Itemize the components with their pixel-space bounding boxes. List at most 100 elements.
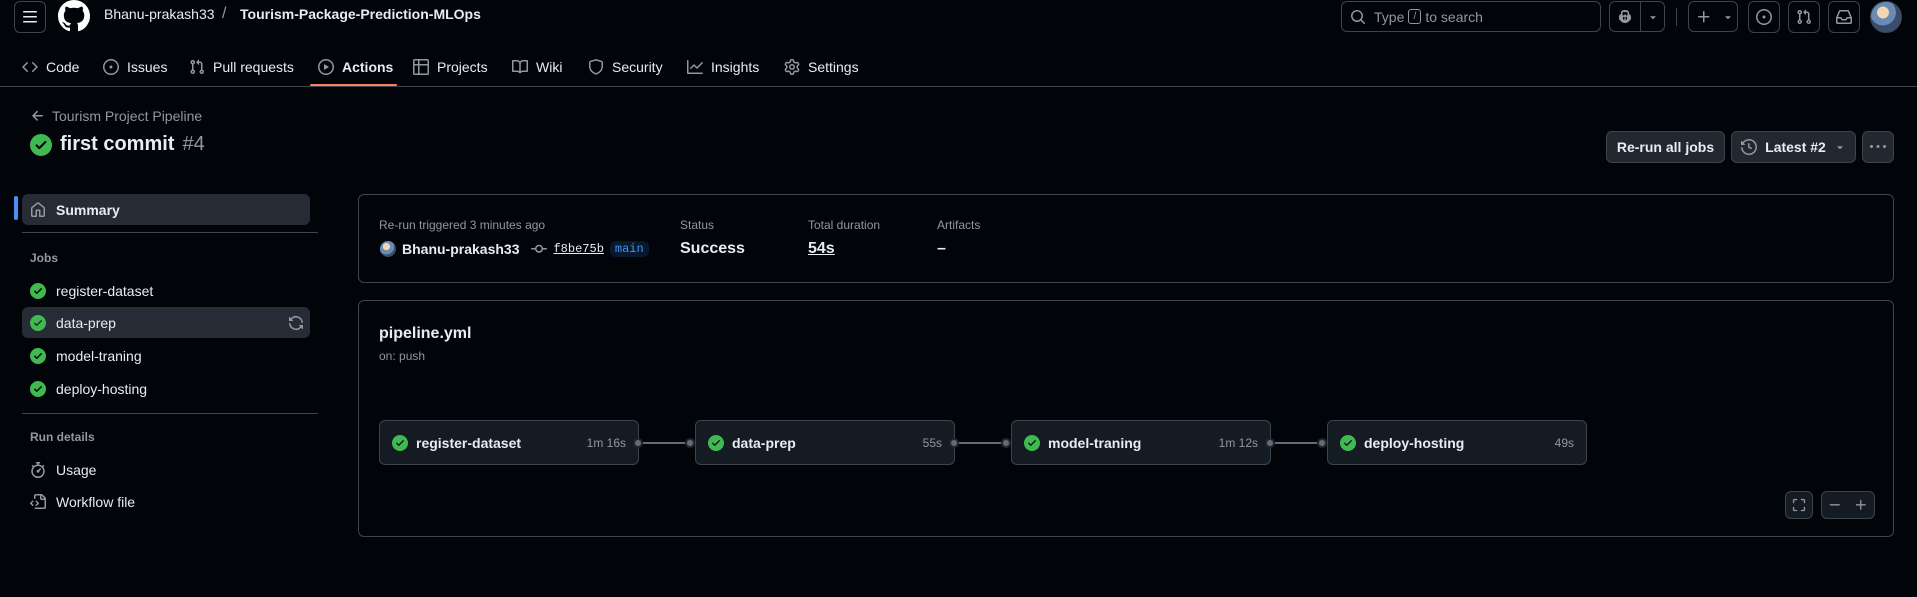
breadcrumb-repo[interactable]: Tourism-Package-Prediction-MLOps <box>240 6 481 22</box>
copilot-menu[interactable] <box>1609 1 1665 32</box>
issues-button[interactable] <box>1748 1 1780 33</box>
notifications-button[interactable] <box>1828 1 1860 33</box>
attempt-selector[interactable]: Latest #2 <box>1731 131 1856 163</box>
sidebar-label: Usage <box>56 461 97 478</box>
sidebar-label: data-prep <box>56 314 116 331</box>
tab-label: Code <box>46 59 80 75</box>
zoom-in-button[interactable] <box>1848 492 1874 518</box>
commit-message: first commit <box>60 133 175 155</box>
commit-sha-link[interactable]: f8be75b <box>553 242 603 256</box>
job-duration: 1m 12s <box>1218 435 1258 450</box>
duration-value[interactable]: 54s <box>808 240 835 258</box>
sidebar-item-usage[interactable]: Usage <box>22 454 310 485</box>
home-icon <box>31 201 45 217</box>
check-circle-fill-icon <box>1024 434 1040 451</box>
tab-security[interactable]: Security <box>588 47 663 87</box>
connector-dot <box>1265 438 1275 448</box>
check-circle-fill-icon <box>392 434 408 451</box>
connector-dot <box>1317 438 1327 448</box>
git-commit-icon <box>531 244 548 253</box>
search-shortcut-key: / <box>1408 9 1422 24</box>
job-node-deploy-hosting[interactable]: deploy-hosting 49s <box>1327 420 1587 465</box>
rerun-sync-icon[interactable] <box>288 315 304 331</box>
sidebar-job-model-traning[interactable]: model-traning <box>22 340 310 371</box>
more-options-button[interactable] <box>1862 131 1894 163</box>
pull-request-icon <box>190 59 205 75</box>
github-mark-icon <box>58 0 90 32</box>
job-duration: 55s <box>922 435 942 450</box>
branch-badge[interactable]: main <box>609 241 649 257</box>
tab-issues[interactable]: Issues <box>103 47 167 87</box>
code-icon <box>22 61 38 73</box>
workflow-name: Tourism Project Pipeline <box>52 108 203 124</box>
create-new-button[interactable] <box>1688 1 1738 32</box>
search-input[interactable]: Type / to search <box>1341 1 1601 32</box>
tab-settings[interactable]: Settings <box>784 47 859 87</box>
check-circle-fill-icon <box>708 434 724 451</box>
menu-button[interactable] <box>14 1 46 33</box>
sidebar-divider <box>22 413 318 414</box>
pull-requests-button[interactable] <box>1788 1 1820 33</box>
attempt-label: Latest #2 <box>1765 139 1826 155</box>
tab-label: Settings <box>808 59 859 75</box>
tab-label: Wiki <box>536 59 563 75</box>
search-prefix: Type <box>1374 8 1405 25</box>
actor-name[interactable]: Bhanu-prakash33 <box>402 241 519 257</box>
github-logo[interactable] <box>58 0 90 32</box>
run-actor: Bhanu-prakash33 f8be75b main <box>380 241 649 257</box>
user-avatar[interactable] <box>1870 1 1902 33</box>
tab-label: Projects <box>437 59 488 75</box>
tab-projects[interactable]: Projects <box>413 47 488 87</box>
tab-label: Actions <box>342 59 394 75</box>
job-node-register-dataset[interactable]: register-dataset 1m 16s <box>379 420 639 465</box>
check-circle-fill-icon <box>30 133 52 156</box>
trigger-text: Re-run triggered 3 minutes ago <box>379 218 546 232</box>
job-node-model-traning[interactable]: model-traning 1m 12s <box>1011 420 1271 465</box>
tab-label: Insights <box>711 59 760 75</box>
check-circle-fill-icon <box>30 380 46 397</box>
tab-wiki[interactable]: Wiki <box>512 47 562 87</box>
sidebar-item-workflow-file[interactable]: Workflow file <box>22 486 310 517</box>
breadcrumb-separator: / <box>222 5 227 22</box>
workflow-back-link[interactable]: Tourism Project Pipeline <box>30 108 202 124</box>
sidebar-label: Workflow file <box>56 493 136 510</box>
zoom-controls <box>1821 491 1875 519</box>
copilot-dropdown[interactable] <box>1641 2 1664 31</box>
connector-line <box>959 442 1001 444</box>
sidebar-job-data-prep[interactable]: data-prep <box>22 307 310 338</box>
sidebar-job-register-dataset[interactable]: register-dataset <box>22 275 310 306</box>
copilot-button[interactable] <box>1610 2 1640 31</box>
tab-insights[interactable]: Insights <box>687 47 759 87</box>
sidebar-label: register-dataset <box>56 282 154 299</box>
sidebar-divider <box>22 232 318 233</box>
jobs-heading: Jobs <box>30 251 59 265</box>
sidebar-job-deploy-hosting[interactable]: deploy-hosting <box>22 373 310 404</box>
sidebar-label: deploy-hosting <box>56 380 148 397</box>
tab-actions[interactable]: Actions <box>318 47 393 87</box>
fullscreen-button[interactable] <box>1785 491 1813 519</box>
graph-icon <box>687 60 703 74</box>
rerun-all-jobs-button[interactable]: Re-run all jobs <box>1606 131 1725 163</box>
job-name: register-dataset <box>416 434 522 451</box>
check-circle-fill-icon <box>30 347 46 364</box>
tab-pull-requests[interactable]: Pull requests <box>189 47 294 87</box>
actor-avatar[interactable] <box>380 241 396 257</box>
inbox-icon <box>1836 9 1852 24</box>
pull-request-icon <box>1797 9 1812 25</box>
breadcrumb-owner[interactable]: Bhanu-prakash33 <box>104 6 215 22</box>
job-node-data-prep[interactable]: data-prep 55s <box>695 420 955 465</box>
job-duration: 1m 16s <box>586 435 626 450</box>
plus-icon <box>1698 10 1710 22</box>
search-icon <box>1351 9 1366 24</box>
connector-line <box>643 442 685 444</box>
connector-dot <box>633 438 643 448</box>
header-divider <box>1676 8 1677 26</box>
status-value: Success <box>680 240 745 257</box>
zoom-out-button[interactable] <box>1822 492 1848 518</box>
fullscreen-icon <box>1792 498 1806 512</box>
connector-dot <box>685 438 695 448</box>
sidebar-item-summary[interactable]: Summary <box>22 194 310 225</box>
tab-code[interactable]: Code <box>22 47 79 87</box>
job-name: deploy-hosting <box>1364 434 1465 451</box>
run-details-heading: Run details <box>30 430 95 444</box>
